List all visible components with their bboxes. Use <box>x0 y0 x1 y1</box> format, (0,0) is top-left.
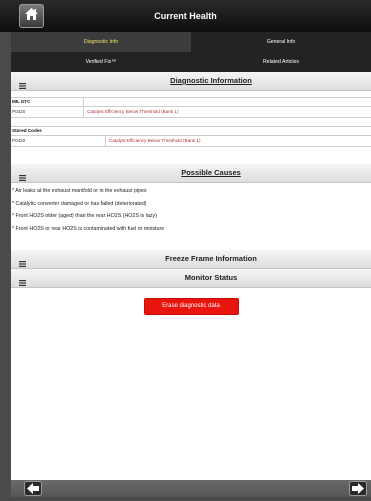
dtc-description: Catalyst Efficiency Below Threshold (Ban… <box>109 138 201 143</box>
menu-icon[interactable] <box>19 76 26 94</box>
stored-codes-label: Stored Codes <box>11 126 371 136</box>
content-panel: Diagnostic Information MIL DTC P0420 Cat… <box>11 72 371 480</box>
back-arrow-icon[interactable] <box>24 481 42 496</box>
menu-icon[interactable] <box>19 273 26 291</box>
dtc-code: P0420 <box>12 109 26 114</box>
dtc-code: P0420 <box>12 138 26 143</box>
monitor-status-header[interactable]: Monitor Status <box>11 269 371 288</box>
cause-item: * Front HO2S or rear HO2S is contaminate… <box>12 225 165 232</box>
home-button[interactable] <box>19 4 44 28</box>
cause-item: * Catalytic converter damaged or has fai… <box>12 200 147 207</box>
possible-causes-header[interactable]: Possible Causes <box>11 164 371 183</box>
freeze-frame-title: Freeze Frame Information <box>165 254 257 263</box>
page-title: Current Health <box>154 11 217 21</box>
erase-diagnostic-data-button[interactable]: Erase diagnostic data <box>143 298 239 315</box>
bottom-nav-bar <box>11 480 371 497</box>
monitor-status-title: Monitor Status <box>184 273 238 282</box>
table-row[interactable]: P0420 Catalyst Efficiency Below Threshol… <box>11 136 371 147</box>
table-row[interactable]: P0420 Catalyst Efficiency Below Threshol… <box>11 107 371 118</box>
cause-item: * Front HO2S older (aged) than the rear … <box>12 213 157 219</box>
menu-icon[interactable] <box>19 168 26 186</box>
freeze-frame-header[interactable]: Freeze Frame Information <box>11 250 371 269</box>
home-icon <box>24 7 39 26</box>
diagnostic-info-title: Diagnostic Information <box>170 76 252 85</box>
tab-related-articles[interactable]: Related Articles <box>191 52 371 72</box>
dtc-description: Catalyst Efficiency Below Threshold (Ban… <box>87 109 179 114</box>
possible-causes-title: Possible Causes <box>181 168 241 177</box>
top-bar: Current Health <box>0 0 371 32</box>
forward-arrow-icon[interactable] <box>349 481 367 496</box>
mil-dtc-label: MIL DTC <box>11 97 371 107</box>
tab-bar: Diagnostic Info General Info Verified Fi… <box>11 32 371 72</box>
tab-verified-fix[interactable]: Verified Fix™ <box>11 52 191 72</box>
cause-item: * Air leaks at the exhaust manifold or i… <box>12 188 147 194</box>
diagnostic-info-header[interactable]: Diagnostic Information <box>11 72 371 91</box>
tab-general-info[interactable]: General Info <box>191 32 371 52</box>
tab-diagnostic-info[interactable]: Diagnostic Info <box>11 32 191 52</box>
